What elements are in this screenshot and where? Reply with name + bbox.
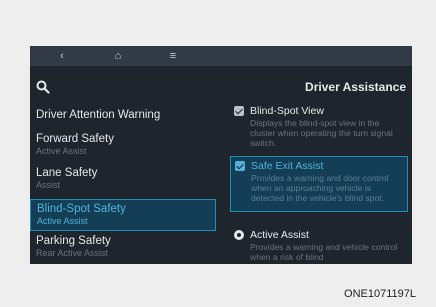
menu-item-subtitle: Active Assist bbox=[37, 216, 88, 226]
option-label: Safe Exit Assist bbox=[251, 160, 324, 172]
menu-item-subtitle: Rear Active Assist bbox=[36, 248, 109, 258]
menu-item-forward-safety[interactable]: Forward Safety Active Assist bbox=[30, 132, 216, 157]
option-description: Provides a warning and door control when… bbox=[251, 173, 389, 203]
menu-item-title: Blind-Spot Safety bbox=[37, 203, 126, 215]
menu-item-subtitle: Active Assist bbox=[36, 146, 87, 156]
menu-icon[interactable]: ≡ bbox=[162, 48, 184, 64]
menu-item-lane-safety[interactable]: Lane Safety Assist bbox=[30, 166, 216, 191]
search-icon[interactable] bbox=[36, 80, 50, 94]
figure-code: ONE1071197L bbox=[344, 288, 416, 300]
panel-title: Driver Assistance bbox=[305, 80, 406, 94]
menu-item-parking-safety[interactable]: Parking Safety Rear Active Assist bbox=[30, 234, 216, 259]
settings-menu: Driver Attention Warning Forward Safety … bbox=[30, 66, 220, 264]
menu-item-title: Lane Safety bbox=[36, 167, 98, 179]
top-navigation-bar: ‹ ⌂ ≡ bbox=[30, 46, 412, 66]
option-safe-exit-assist[interactable]: Safe Exit Assist Provides a warning and … bbox=[230, 156, 408, 212]
driver-assistance-panel: Driver Assistance Blind-Spot View Displa… bbox=[226, 66, 412, 264]
option-label: Blind-Spot View bbox=[250, 105, 324, 117]
menu-item-blind-spot-safety[interactable]: Blind-Spot Safety Active Assist bbox=[30, 199, 216, 231]
menu-item-subtitle: Assist bbox=[36, 180, 61, 190]
option-description: Provides a warning and vehicle control w… bbox=[250, 242, 398, 262]
option-label: Active Assist bbox=[250, 229, 309, 241]
option-description: Displays the blind-spot view in the clus… bbox=[250, 118, 393, 148]
menu-item-title: Parking Safety bbox=[36, 235, 111, 247]
option-blind-spot-view[interactable]: Blind-Spot View Displays the blind-spot … bbox=[230, 104, 408, 148]
menu-item-title: Forward Safety bbox=[36, 133, 114, 145]
radio-selected-icon[interactable] bbox=[234, 230, 244, 240]
infotainment-screen: ‹ ⌂ ≡ Driver Attention Warning Forward S… bbox=[30, 46, 412, 264]
checkbox-checked-icon[interactable] bbox=[235, 161, 245, 171]
menu-item-title: Driver Attention Warning bbox=[36, 109, 161, 121]
menu-item-driver-attention-warning[interactable]: Driver Attention Warning bbox=[30, 108, 216, 122]
checkbox-checked-icon[interactable] bbox=[234, 106, 244, 116]
back-icon[interactable]: ‹ bbox=[51, 48, 73, 64]
option-active-assist[interactable]: Active Assist Provides a warning and veh… bbox=[230, 228, 408, 262]
home-icon[interactable]: ⌂ bbox=[107, 48, 129, 64]
